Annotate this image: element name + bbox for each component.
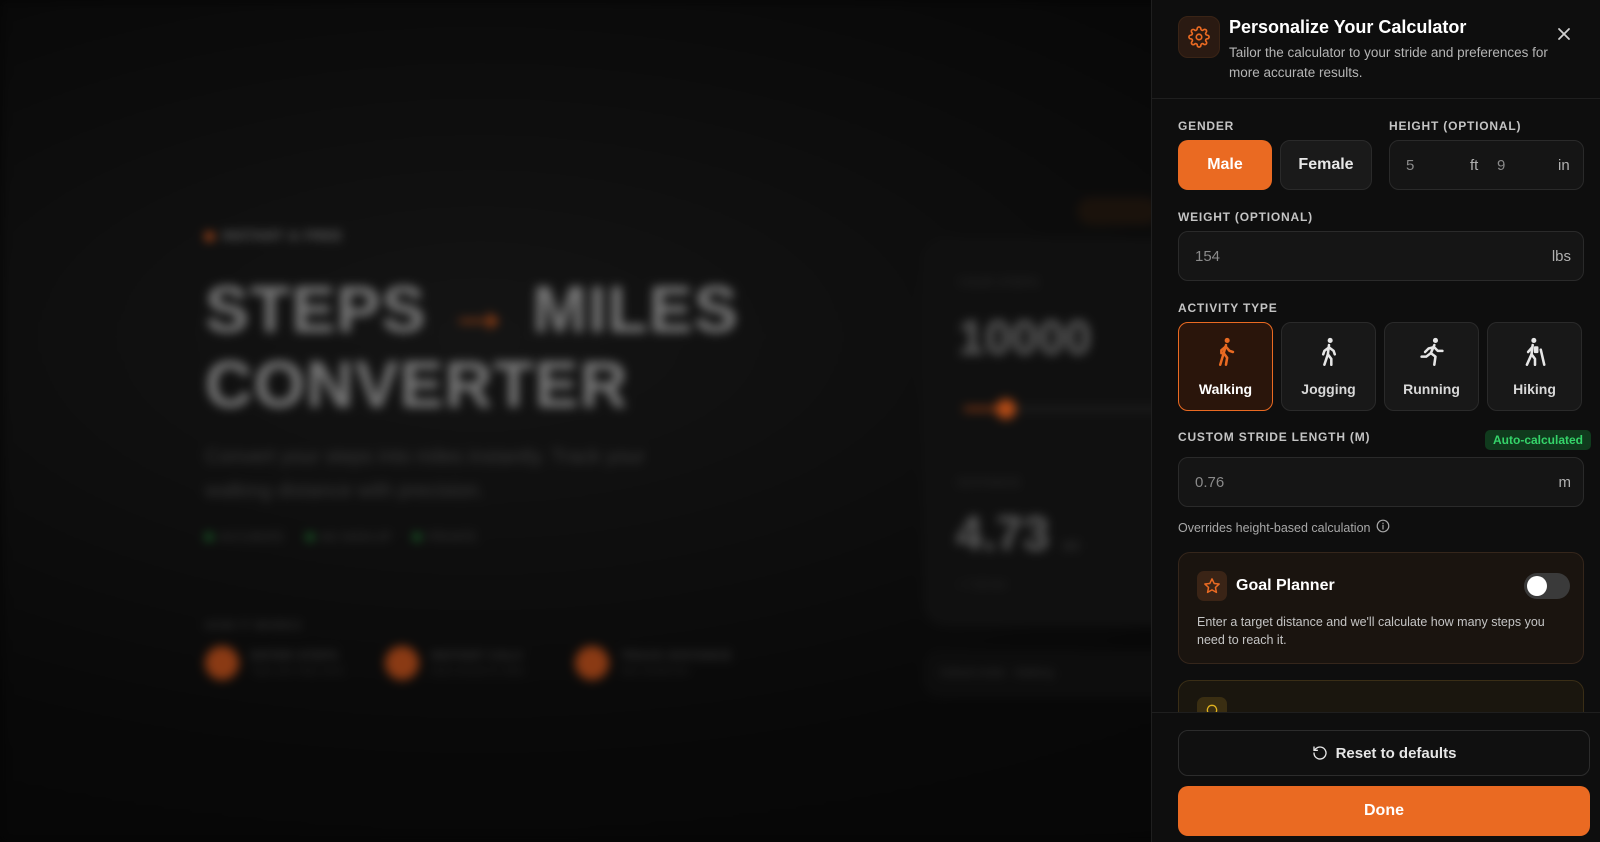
auto-calculated-badge: Auto-calculated bbox=[1485, 430, 1592, 450]
panel-footer: Reset to defaults Done bbox=[1152, 712, 1600, 842]
weight-label: WEIGHT (OPTIONAL) bbox=[1178, 210, 1313, 224]
feature-icon bbox=[205, 646, 239, 680]
feature-title: INSTANT CALC bbox=[431, 649, 524, 662]
chip: ACCURATE bbox=[205, 530, 284, 544]
steps-label: YOUR STEPS bbox=[958, 277, 1039, 289]
weight-unit: lbs bbox=[1551, 248, 1571, 265]
star-icon bbox=[1197, 571, 1227, 601]
activity-walking-label: Walking bbox=[1198, 381, 1253, 397]
hero-badge: INSTANT & FREE bbox=[205, 228, 343, 243]
close-button[interactable] bbox=[1552, 22, 1576, 46]
activity-running-label: Running bbox=[1403, 381, 1460, 397]
goal-planner-toggle[interactable] bbox=[1524, 573, 1570, 599]
feature-item: TRACK DISTANCE See results live bbox=[575, 646, 732, 680]
hero-subtitle: Convert your steps into miles instantly.… bbox=[205, 446, 645, 502]
background-pill bbox=[1078, 198, 1158, 224]
height-inches-unit: in bbox=[1558, 157, 1570, 174]
feature-title: TRACK DISTANCE bbox=[621, 649, 732, 662]
feature-sub: See results live bbox=[621, 665, 689, 677]
chip: NO SIGN-UP bbox=[306, 530, 391, 544]
stride-unit: m bbox=[1558, 474, 1572, 491]
activity-hiking-label: Hiking bbox=[1513, 381, 1556, 397]
hero-word-converter: CONVERTER bbox=[205, 347, 629, 421]
height-feet-unit: ft bbox=[1470, 157, 1479, 174]
panel-header: Personalize Your Calculator Tailor the c… bbox=[1152, 0, 1600, 99]
feature-icon bbox=[575, 646, 609, 680]
settings-panel: Personalize Your Calculator Tailor the c… bbox=[1151, 0, 1600, 842]
calculator-card: YOUR STEPS 10000 DISTANCE 4.73 mi ≈ 7.62… bbox=[925, 240, 1185, 625]
activity-running-button[interactable]: Running bbox=[1384, 322, 1479, 411]
activity-walking-button[interactable]: Walking bbox=[1178, 322, 1273, 411]
gender-label: GENDER bbox=[1178, 119, 1235, 133]
feature-item: INSTANT CALC Auto-convert to miles bbox=[385, 646, 525, 680]
stride-placeholder: 0.76 bbox=[1195, 474, 1225, 491]
done-button[interactable]: Done bbox=[1178, 786, 1590, 836]
height-inches-input[interactable]: 9 bbox=[1497, 157, 1505, 174]
stride-hint: Overrides height-based calculation bbox=[1178, 519, 1390, 536]
close-icon bbox=[1558, 28, 1570, 40]
distance-footnote: ≈ 7.62 km bbox=[958, 579, 1007, 591]
reset-defaults-button[interactable]: Reset to defaults bbox=[1178, 730, 1590, 776]
gender-female-button[interactable]: Female bbox=[1280, 140, 1372, 190]
goal-planner-description: Enter a target distance and we'll calcul… bbox=[1197, 615, 1545, 647]
stride-length-input[interactable]: 0.76 m bbox=[1178, 457, 1584, 507]
background-status-bar: Default stride · Walking bbox=[925, 652, 1185, 696]
feature-item: ENTER STEPS Type your step count bbox=[205, 646, 344, 680]
hero-word-miles: MILES bbox=[532, 272, 739, 346]
steps-value: 10000 bbox=[958, 312, 1092, 365]
activity-type-label: ACTIVITY TYPE bbox=[1178, 301, 1278, 315]
distance-label: DISTANCE bbox=[958, 477, 1021, 489]
weight-input[interactable]: 154 lbs bbox=[1178, 231, 1584, 281]
jogging-icon bbox=[1282, 337, 1375, 367]
reset-label: Reset to defaults bbox=[1335, 744, 1457, 762]
goal-planner-card: Goal Planner Enter a target distance and… bbox=[1178, 552, 1584, 664]
hero-arrow: → bbox=[445, 272, 513, 346]
running-icon bbox=[1385, 337, 1478, 367]
activity-jogging-label: Jogging bbox=[1301, 381, 1356, 397]
height-field: 5 ft 9 in bbox=[1389, 140, 1584, 190]
panel-title: Personalize Your Calculator bbox=[1229, 17, 1467, 37]
chip: PRIVATE bbox=[413, 530, 477, 544]
feature-title: ENTER STEPS bbox=[251, 649, 339, 662]
height-label: HEIGHT (OPTIONAL) bbox=[1389, 119, 1522, 133]
activity-hiking-button[interactable]: Hiking bbox=[1487, 322, 1582, 411]
stride-hint-text: Overrides height-based calculation bbox=[1178, 520, 1371, 535]
weight-placeholder: 154 bbox=[1195, 248, 1221, 265]
steps-slider bbox=[964, 399, 1164, 419]
panel-subtitle: Tailor the calculator to your stride and… bbox=[1229, 45, 1548, 80]
reset-icon bbox=[1312, 746, 1327, 760]
stride-length-label: CUSTOM STRIDE LENGTH (M) bbox=[1178, 430, 1371, 444]
feature-icon bbox=[385, 646, 419, 680]
height-feet-input[interactable]: 5 bbox=[1406, 157, 1414, 174]
activity-jogging-button[interactable]: Jogging bbox=[1281, 322, 1376, 411]
hero-word-steps: STEPS bbox=[205, 272, 427, 346]
goal-planner-title: Goal Planner bbox=[1236, 577, 1335, 594]
hero-title: STEPS → MILES CONVERTER bbox=[205, 272, 739, 422]
settings-icon bbox=[1178, 16, 1220, 58]
hiking-icon bbox=[1488, 337, 1581, 367]
feature-sub: Auto-convert to miles bbox=[431, 665, 525, 677]
how-it-works-label: HOW IT WORKS bbox=[205, 620, 302, 632]
feature-sub: Type your step count bbox=[251, 665, 344, 677]
gender-male-button[interactable]: Male bbox=[1178, 140, 1272, 190]
walking-icon bbox=[1179, 337, 1272, 367]
hero-chips: ACCURATE NO SIGN-UP PRIVATE bbox=[205, 530, 477, 544]
status-text: Default stride · Walking bbox=[940, 667, 1054, 679]
distance-value: 4.73 mi bbox=[956, 508, 1080, 561]
info-icon[interactable] bbox=[1376, 519, 1390, 536]
